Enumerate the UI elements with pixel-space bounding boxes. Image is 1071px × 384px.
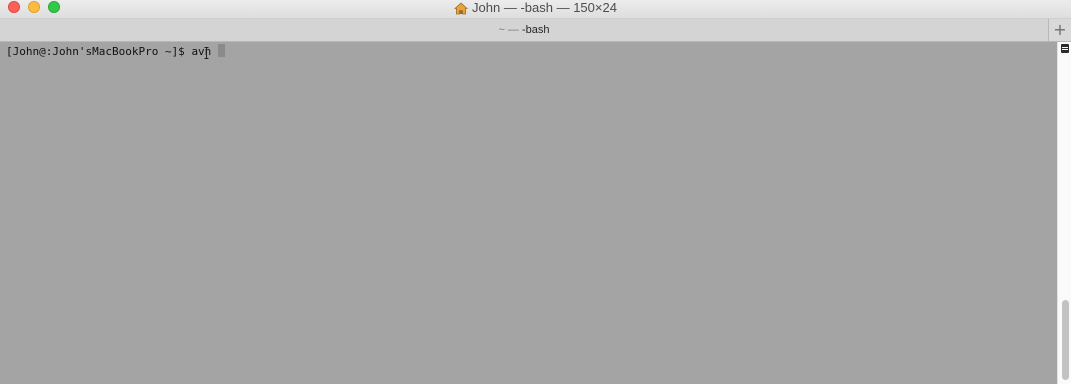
prompt-line: [John@:John'sMacBookPro ~]$ avn [6,44,226,59]
tab-label: ~ — -bash [498,24,549,36]
ibeam-cursor-icon [204,47,209,59]
tab-bar: ~ — -bash + [0,19,1071,42]
prompt-text: [John@:John'sMacBookPro ~]$ [6,45,192,58]
title-bar[interactable]: John — -bash — 150×24 [0,0,1071,19]
scroll-thumb[interactable] [1062,300,1069,380]
window-title-text: John — -bash — 150×24 [472,0,617,15]
window-title: John — -bash — 150×24 [0,0,1071,16]
text-cursor [218,44,226,57]
terminal-window: John — -bash — 150×24 ~ — -bash + [John@… [0,0,1071,384]
tab-label-prefix: ~ — [498,24,519,36]
new-tab-button[interactable]: + [1048,19,1071,41]
home-icon [454,1,469,14]
tab-bash[interactable]: ~ — -bash [0,19,1048,41]
scrollbar[interactable] [1057,42,1071,384]
terminal-content[interactable]: [John@:John'sMacBookPro ~]$ avn [0,42,1057,384]
scroll-marker-icon[interactable] [1061,44,1069,53]
tab-label-main: -bash [522,24,550,36]
